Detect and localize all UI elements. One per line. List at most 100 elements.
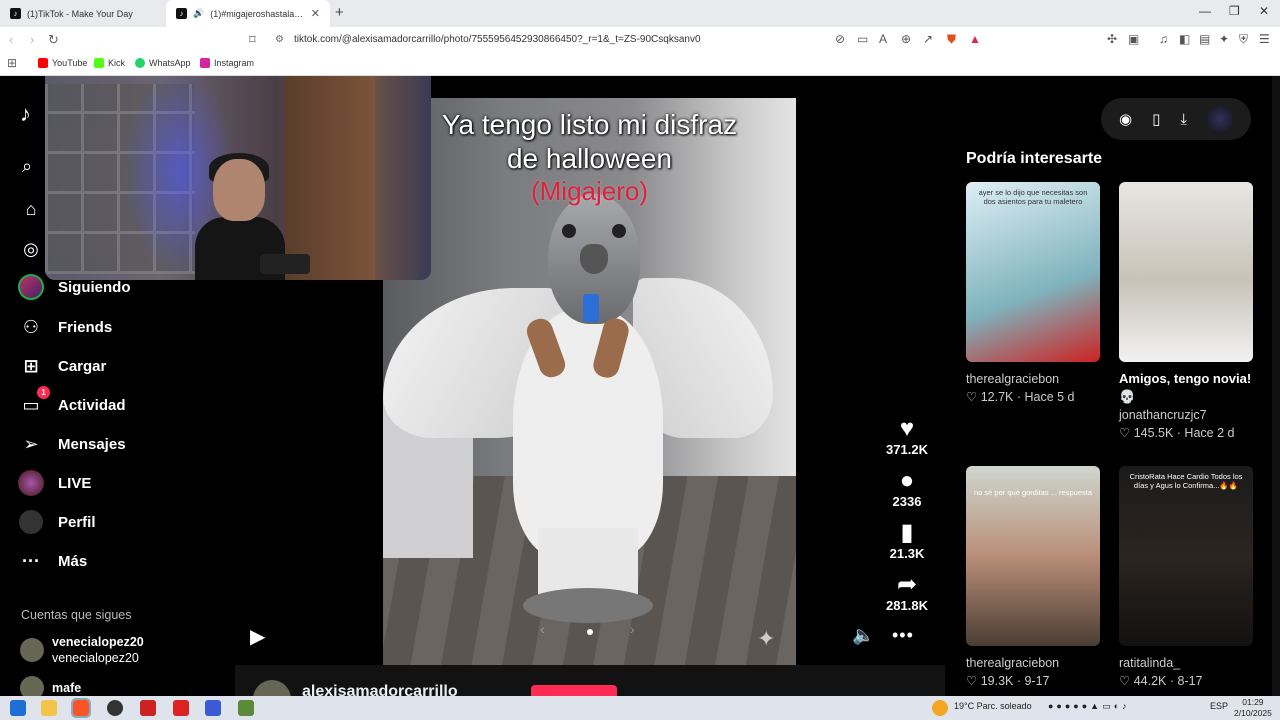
author-name[interactable]: alexisamadorcarrillo: [302, 683, 458, 696]
sidebar-icon[interactable]: ◧: [1179, 32, 1190, 46]
bookmark-whatsapp[interactable]: WhatsApp: [135, 58, 191, 68]
translate-icon[interactable]: A: [879, 32, 887, 46]
more-icon: ···: [22, 550, 40, 571]
close-window-button[interactable]: ✕: [1259, 4, 1269, 18]
following-section-title: Cuentas que sigues: [21, 608, 132, 622]
language-indicator[interactable]: ESP: [1210, 701, 1228, 711]
comment-count: 2336: [892, 494, 922, 509]
brave-rewards-icon[interactable]: ▲: [969, 32, 981, 46]
bookmark-icon[interactable]: ⌑: [249, 32, 256, 48]
tiktok-page: ♪ ⌕ ⌂ ◎ Siguiendo ⚇ Friends ⊞ Cargar ▭ 1 …: [0, 76, 1280, 696]
sidebar-item-label: Perfil: [58, 513, 96, 531]
minecraft-icon[interactable]: [238, 700, 254, 716]
sidebar-item-cargar[interactable]: ⊞ Cargar: [18, 353, 106, 379]
share-button[interactable]: ➦ 281.8K: [882, 571, 932, 614]
sidebar-item-mensajes[interactable]: ➢ Mensajes: [18, 431, 126, 457]
tab-close-icon[interactable]: ✕: [311, 7, 320, 20]
weather-text[interactable]: 19°C Parc. soleado: [954, 701, 1032, 711]
card-meta: Amigos, tengo novia! 💀 jonathancruzjc7 ♡…: [1119, 371, 1252, 440]
menu-icon[interactable]: ☰: [1259, 32, 1270, 46]
sidebar-item-label: Cargar: [58, 357, 107, 375]
bookmark-youtube[interactable]: YouTube: [38, 58, 87, 68]
share-icon[interactable]: ↗: [923, 32, 933, 46]
sidebar-item-label: Más: [58, 552, 88, 570]
sparkle-icon: ✦: [757, 626, 776, 651]
following-account[interactable]: venecialopez20 venecialopez20: [20, 634, 144, 666]
forward-icon[interactable]: ›: [30, 32, 34, 47]
play-icon[interactable]: ▶: [250, 624, 265, 649]
user-avatar[interactable]: [1207, 106, 1233, 132]
sidebar-item-mas[interactable]: ··· Más: [18, 548, 87, 574]
sidebar-item-label: Actividad: [58, 396, 126, 414]
sidebar-item-friends[interactable]: ⚇ Friends: [18, 314, 112, 340]
minimize-button[interactable]: —: [1199, 4, 1211, 18]
recommendation-card[interactable]: ayer se lo dijo que necesitas son dos as…: [966, 182, 1100, 362]
carousel-next-icon[interactable]: ›: [630, 621, 635, 637]
leo-ai-icon[interactable]: ✦: [1219, 32, 1229, 46]
windows-start-icon[interactable]: [10, 700, 26, 716]
microphone: [260, 254, 310, 274]
zoom-icon[interactable]: ⊕: [901, 32, 911, 46]
clock[interactable]: 01:29 2/10/2025: [1234, 697, 1272, 719]
search-icon[interactable]: ⌕: [22, 156, 32, 177]
account-name: mafe: [52, 681, 82, 695]
address-bar: ‹ › ↻ ⌑ ⚙ tiktok.com/@alexisamadorcarril…: [0, 27, 1280, 52]
sidebar-item-explore[interactable]: ◎: [18, 236, 44, 262]
reload-icon[interactable]: ↻: [48, 32, 59, 48]
tab-search-icon[interactable]: ▣: [1128, 32, 1139, 46]
recommendation-card[interactable]: no sé por qué gorditas ... respuesta: [966, 466, 1100, 646]
recommendation-card[interactable]: CristoRata Hace Cardio Todos los días y …: [1119, 466, 1253, 646]
media-icon[interactable]: ♫: [1159, 32, 1168, 46]
like-button[interactable]: ♥ 371.2K: [882, 416, 932, 458]
follow-button[interactable]: [531, 685, 617, 696]
cast-icon[interactable]: ▭: [857, 32, 868, 46]
sidebar-item-actividad[interactable]: ▭ 1 Actividad: [18, 386, 126, 418]
recommendation-card[interactable]: [1119, 182, 1253, 362]
url-text[interactable]: tiktok.com/@alexisamadorcarrillo/photo/7…: [294, 34, 701, 45]
sidebar-item-home[interactable]: ⌂: [18, 196, 44, 222]
save-button[interactable]: ▮ 21.3K: [882, 520, 932, 562]
save-count: 21.3K: [889, 546, 925, 561]
back-icon[interactable]: ‹: [9, 32, 13, 47]
tab-current-post[interactable]: ♪ 🔊 (1)#migajeroshastalamuerte | ✕: [166, 0, 330, 27]
upload-icon: ⊞: [23, 355, 39, 376]
tab-tiktok-home[interactable]: ♪ (1)TikTok - Make Your Day: [0, 0, 166, 27]
no-video-icon[interactable]: ⊘: [835, 32, 845, 46]
app-icon[interactable]: [140, 700, 156, 716]
coins-icon[interactable]: ◉: [1119, 110, 1132, 128]
weather-icon[interactable]: [932, 700, 948, 716]
tray-icons[interactable]: ●●●●●▲▭◐♪: [1048, 701, 1130, 712]
tiktok-logo-icon[interactable]: ♪: [20, 101, 31, 127]
more-options-icon[interactable]: •••: [892, 625, 914, 646]
bookmark-kick[interactable]: Kick: [94, 58, 125, 68]
share-arrow-icon: ➦: [896, 571, 918, 598]
page-scrollbar[interactable]: [1272, 76, 1280, 696]
file-explorer-icon[interactable]: [41, 700, 57, 716]
app-icon[interactable]: [205, 700, 221, 716]
extensions-icon[interactable]: ✣: [1107, 32, 1117, 46]
device-icon[interactable]: ▯: [1152, 110, 1160, 128]
audio-playing-icon[interactable]: 🔊: [193, 8, 204, 19]
restore-button[interactable]: ❐: [1229, 4, 1240, 18]
brave-shields-icon[interactable]: ⛊: [947, 32, 956, 47]
site-info-icon[interactable]: ⚙: [275, 34, 284, 45]
tiktok-favicon-icon: ♪: [176, 8, 187, 19]
carousel-prev-icon[interactable]: ‹: [540, 621, 545, 637]
following-account[interactable]: mafe: [20, 676, 81, 696]
obs-icon[interactable]: [107, 700, 123, 716]
sidebar-item-live[interactable]: LIVE: [18, 470, 91, 496]
app-icon[interactable]: [173, 700, 189, 716]
bookmarks-bar: ⊞ YouTube Kick WhatsApp Instagram: [0, 52, 1280, 76]
apps-grid-icon[interactable]: ⊞: [7, 56, 17, 70]
comment-button[interactable]: ● 2336: [882, 468, 932, 510]
sidebar-item-perfil[interactable]: Perfil: [18, 509, 96, 535]
wallet-icon[interactable]: ▤: [1199, 32, 1210, 46]
vpn-icon[interactable]: ⛨: [1239, 32, 1248, 47]
sidebar-item-label: Mensajes: [58, 435, 126, 453]
brave-browser-icon[interactable]: [71, 698, 91, 718]
download-icon[interactable]: ⤓: [1180, 111, 1187, 128]
bookmark-instagram[interactable]: Instagram: [200, 58, 254, 68]
new-tab-button[interactable]: +: [335, 4, 344, 21]
volume-icon[interactable]: 🔈: [852, 625, 874, 646]
windows-taskbar: 19°C Parc. soleado ●●●●●▲▭◐♪ ESP 01:29 2…: [0, 696, 1280, 720]
